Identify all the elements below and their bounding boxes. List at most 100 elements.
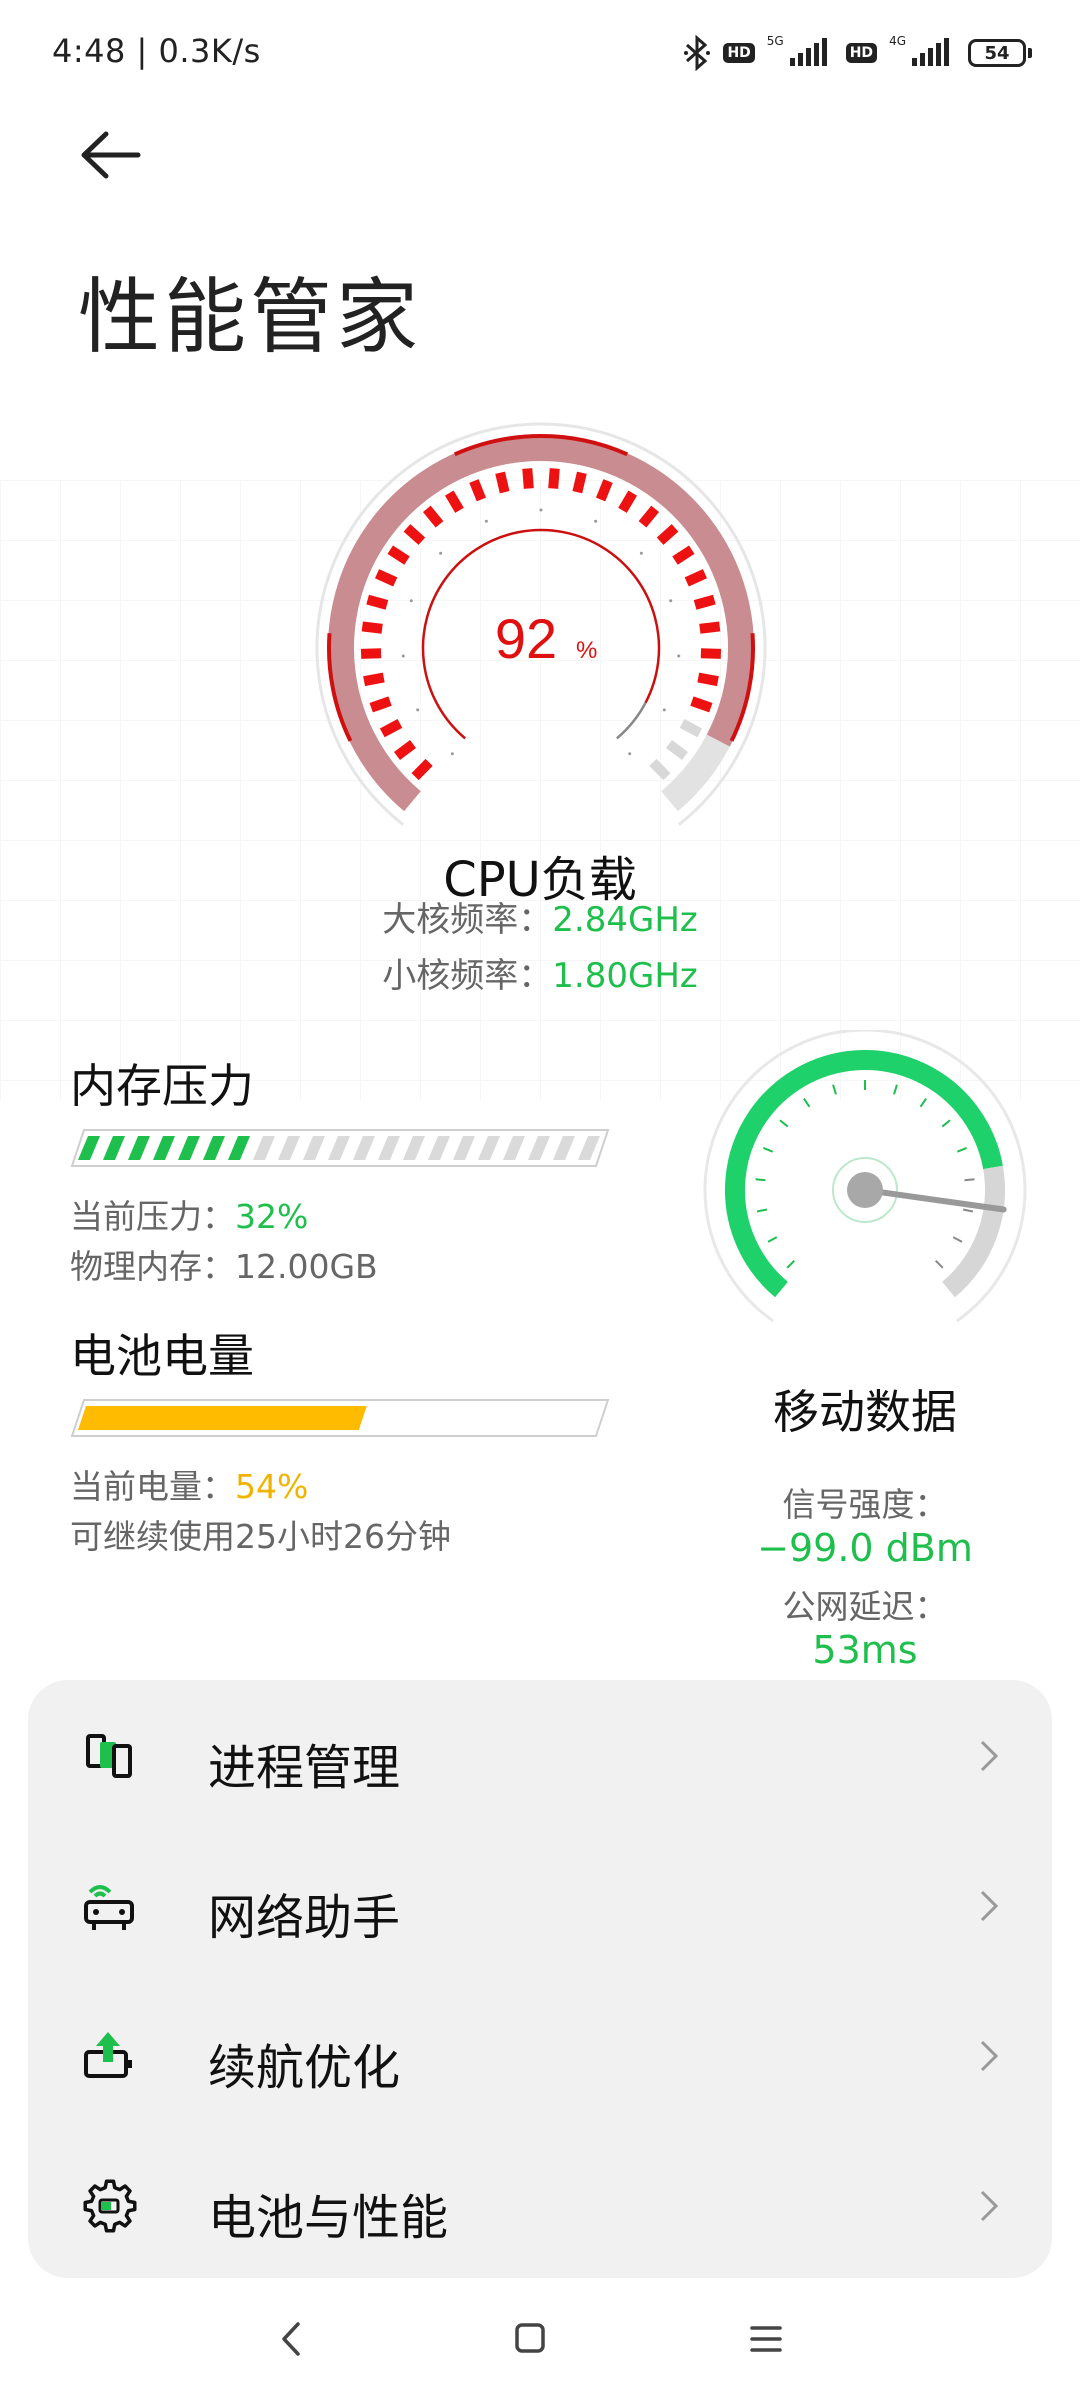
gauge-segment — [422, 505, 444, 528]
data-needle — [862, 1187, 1007, 1213]
memory-pressure-value: 32% — [235, 1197, 309, 1236]
gauge-segment — [394, 740, 417, 761]
cpu-load-gauge: 92 % — [315, 422, 767, 826]
battery-boost-icon — [84, 2032, 132, 2078]
status-bar: 4:48 | 0.3K/s HD 5G HD 4G 54 — [52, 28, 1032, 78]
gauge-segment — [649, 758, 671, 781]
data-tick — [952, 1236, 963, 1243]
signal-icon — [789, 38, 827, 66]
menu-item-battery-life-optimization[interactable]: 续航优化 — [28, 1980, 1052, 2130]
gauge-tick-dot — [450, 752, 454, 756]
gauge-segment — [684, 569, 708, 587]
data-tick — [803, 1097, 811, 1108]
data-tick — [919, 1097, 927, 1108]
gauge-tick-dot — [401, 654, 405, 658]
gauge-segment — [699, 621, 721, 634]
memory-pressure-bar — [70, 1129, 610, 1167]
back-arrow-icon[interactable] — [78, 130, 142, 180]
process-icon — [86, 1734, 132, 1778]
gauge-segment — [363, 672, 385, 687]
menu-item-network-assistant[interactable]: 网络助手 — [28, 1830, 1052, 1980]
gauge-tick-dot — [539, 508, 543, 512]
gauge-segment — [522, 468, 534, 489]
mobile-data-gauge — [703, 1030, 1027, 1323]
gauge-tick-dot — [662, 708, 666, 712]
gauge-tick-dot — [639, 551, 643, 555]
big-core-label: 大核频率： — [382, 900, 553, 940]
gauge-segment — [693, 594, 716, 610]
gauge-segment — [387, 545, 410, 565]
menu-item-label: 续航优化 — [208, 2040, 401, 2096]
gauge-segment — [379, 719, 403, 738]
gauge-segment — [445, 490, 464, 513]
gauge-segment — [697, 672, 719, 687]
data-tick — [756, 1208, 768, 1213]
data-tick — [893, 1084, 898, 1095]
nav-home-icon[interactable] — [500, 2314, 560, 2364]
menu-item-battery-performance[interactable]: 电池与性能 — [28, 2130, 1052, 2280]
data-hub — [847, 1172, 883, 1208]
battery-level-label: 当前电量： — [70, 1467, 235, 1506]
gauge-tick-dot — [628, 752, 632, 756]
menu-item-label: 电池与性能 — [208, 2190, 449, 2246]
gauge-segment — [548, 468, 560, 489]
navigation-bar — [0, 2300, 1080, 2380]
latency-label: 公网延迟： — [782, 1587, 948, 1626]
gauge-segment — [618, 490, 637, 513]
gauge-segment — [656, 524, 679, 545]
gauge-segment — [361, 621, 383, 634]
hd-badge: HD — [845, 43, 878, 63]
bluetooth-icon — [684, 35, 711, 71]
gauge-segment — [665, 740, 688, 761]
gauge-tick-dot — [669, 599, 673, 603]
gauge-tick-dot — [484, 519, 488, 523]
network-type-label: 5G — [766, 34, 784, 48]
battery-icon: 54 — [968, 39, 1032, 67]
menu-item-label: 进程管理 — [208, 1740, 401, 1796]
data-tick — [779, 1119, 789, 1128]
nav-menu-icon[interactable] — [736, 2314, 796, 2364]
menu-item-label: 网络助手 — [208, 1890, 401, 1946]
memory-pressure-title: 内存压力 — [70, 1059, 254, 1113]
nav-back-icon[interactable] — [262, 2314, 322, 2364]
gauge-segment — [638, 505, 660, 528]
battery-level-value: 54% — [235, 1467, 309, 1506]
gauge-segment — [469, 479, 487, 502]
physical-memory-value: 12.00GB — [235, 1247, 378, 1286]
data-tick — [964, 1178, 975, 1182]
gauge-segment — [403, 524, 426, 545]
gauge-segment — [595, 479, 613, 502]
network-type-label: 4G — [889, 34, 906, 48]
battery-title: 电池电量 — [70, 1329, 254, 1383]
small-core-value: 1.80GHz — [552, 956, 698, 996]
gauge-segment — [672, 545, 695, 565]
gauge-segment — [572, 471, 587, 494]
gauge-segment — [374, 569, 398, 587]
data-tick — [935, 1260, 944, 1269]
data-tick — [762, 1146, 773, 1153]
signal-icon — [912, 38, 949, 66]
chevron-right-icon — [980, 1890, 999, 1922]
chevron-right-icon — [980, 2040, 999, 2072]
memory-pressure-label: 当前压力： — [70, 1197, 235, 1236]
page-title: 性能管家 — [78, 270, 423, 365]
data-tick — [962, 1208, 974, 1213]
gauge-inner-arc-rest — [616, 702, 647, 740]
big-core-value: 2.84GHz — [552, 900, 698, 940]
small-core-frequency: 小核频率：1.80GHz — [0, 948, 1080, 997]
data-tick — [957, 1146, 968, 1153]
data-tick — [832, 1084, 837, 1095]
gauge-segment — [495, 471, 510, 494]
physical-memory-info: 物理内存：12.00GB — [70, 1240, 378, 1288]
data-tick — [786, 1260, 795, 1269]
battery-level-bar — [70, 1399, 610, 1437]
latency-value: 53ms — [812, 1628, 918, 1672]
mobile-data-title: 移动数据 — [773, 1385, 957, 1439]
gauge-tick-dot — [439, 551, 443, 555]
battery-remaining: 可继续使用25小时26分钟 — [70, 1517, 451, 1556]
small-core-label: 小核频率： — [382, 956, 553, 996]
cpu-load-value: 92 — [495, 607, 557, 670]
menu-item-process-management[interactable]: 进程管理 — [28, 1680, 1052, 1830]
gauge-tick-dot — [594, 519, 598, 523]
gauge-segment — [369, 696, 392, 713]
